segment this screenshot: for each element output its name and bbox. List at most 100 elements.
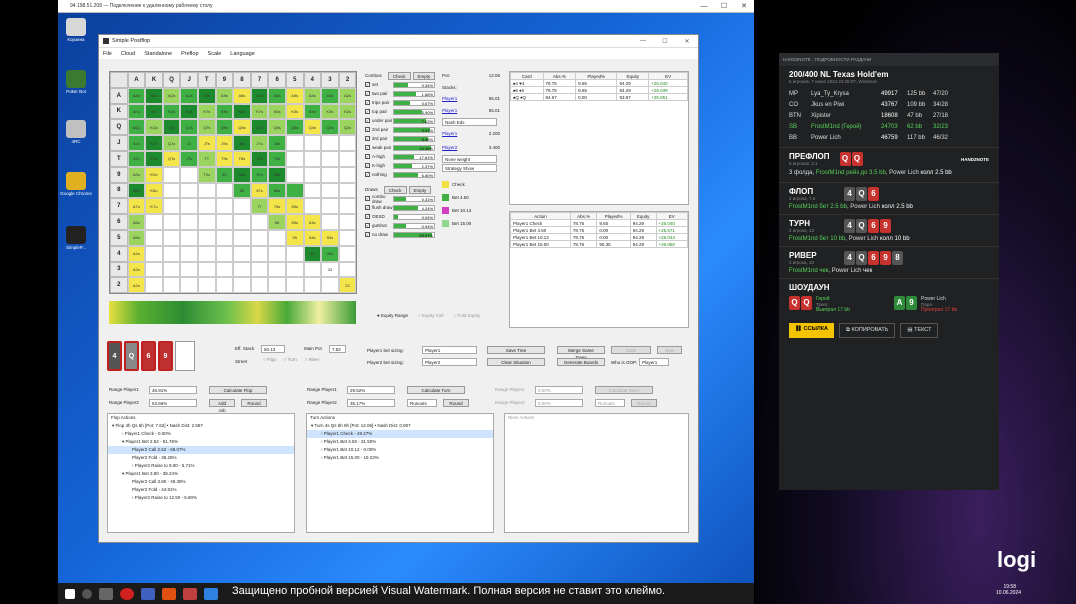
grid-cell[interactable] [250, 229, 269, 246]
grid-cell[interactable] [338, 261, 357, 278]
grid-cell[interactable] [250, 214, 269, 230]
grid-cell[interactable]: 54s [303, 229, 322, 246]
grid-cell[interactable]: Q4s [303, 119, 322, 136]
grid-cell[interactable]: 65s [285, 214, 304, 230]
rdp-close-button[interactable]: ✕ [734, 2, 754, 10]
grid-cell[interactable]: A6s [268, 87, 286, 104]
board-card[interactable]: 4 [107, 341, 122, 371]
table-header[interactable]: Equity [616, 72, 650, 80]
table-header[interactable]: Abs.% [542, 72, 577, 80]
combos-empty-button[interactable]: Empty [412, 71, 436, 80]
turn-round-button[interactable]: Round [443, 398, 469, 407]
grid-cell[interactable]: 43s [321, 245, 339, 262]
turn-actions-tree[interactable]: Turn Actions ▾ Turn 4s Qs 6h 9h [Pot: 12… [306, 413, 494, 533]
grid-cell[interactable]: KQo [145, 119, 163, 136]
grid-cell[interactable]: AQs [162, 87, 181, 104]
table-header[interactable]: Played% [596, 212, 631, 220]
grid-cell[interactable]: J7s [250, 135, 269, 151]
grid-cell[interactable] [250, 245, 269, 262]
filter-row[interactable]: ✓ 3rd pair 8.68% [365, 134, 435, 143]
grid-cell[interactable]: A5s [285, 87, 304, 104]
grid-cell[interactable] [145, 214, 163, 230]
grid-cell[interactable] [162, 229, 181, 246]
action-row[interactable]: Player1 Check 78.76 9.65 94.29 +26.040 [510, 219, 689, 227]
grid-cell[interactable]: A5o [127, 229, 146, 246]
grid-cell[interactable]: 65s [285, 198, 304, 215]
filter-checkbox[interactable]: ✓ [365, 172, 370, 177]
filter-checkbox[interactable]: ✓ [365, 82, 370, 87]
grid-cell[interactable] [233, 261, 251, 278]
grid-cell[interactable] [197, 229, 216, 246]
radio-turn[interactable]: ○ Turn [284, 357, 297, 362]
grid-cell[interactable]: T9s [215, 150, 234, 167]
filter-checkbox[interactable]: ✓ [365, 232, 370, 237]
grid-cell[interactable]: QJs [180, 119, 198, 136]
grid-cell[interactable]: A4o [127, 245, 146, 262]
grid-cell[interactable]: JTo [180, 150, 198, 167]
grid-cell[interactable]: 22 [338, 277, 357, 294]
grid-cell[interactable] [250, 277, 269, 294]
tree-node[interactable]: › Player1 Check - 0.00% [108, 430, 294, 438]
tree-node[interactable]: Player2 Fold - 36.28% [108, 454, 294, 462]
grid-cell[interactable] [338, 214, 357, 230]
draws-check-button[interactable]: Check [383, 185, 407, 194]
grid-cell[interactable]: 87s [250, 182, 269, 199]
filter-row[interactable]: ✓ combo draw 0.31% [365, 194, 435, 204]
filter-checkbox[interactable]: ✓ [365, 100, 370, 105]
grid-cell[interactable]: K6s [268, 103, 286, 120]
grid-cell[interactable]: QTo [162, 150, 181, 167]
close-button[interactable]: ✕ [676, 38, 698, 45]
desktop-icon[interactable]: SimpleP... [60, 226, 92, 250]
flop-range-p1-input[interactable]: 46.91% [149, 385, 197, 394]
menu-language[interactable]: Language [230, 51, 254, 57]
grid-cell[interactable]: JJ [180, 135, 198, 151]
start-icon[interactable] [65, 588, 75, 599]
text-button[interactable]: ▤ ТЕКСТ [900, 323, 939, 338]
grid-cell[interactable]: A7s [250, 87, 269, 104]
grid-cell[interactable]: Q9s [215, 119, 234, 136]
board-card-empty[interactable] [175, 341, 195, 371]
player1-link[interactable]: Player1 [442, 131, 489, 136]
grid-cell[interactable]: ATs [197, 87, 216, 104]
grid-cell[interactable]: 77 [250, 198, 269, 215]
board-card[interactable]: Q [124, 341, 139, 371]
grid-cell[interactable]: K5s [285, 103, 304, 120]
tree-node[interactable]: Player2 Call 2.52 - 58.07% [108, 446, 294, 454]
grid-cell[interactable] [215, 198, 234, 215]
grid-cell[interactable] [233, 245, 251, 262]
grid-cell[interactable]: KTo [145, 150, 163, 167]
desktop-icon[interactable]: Poker Bot [60, 70, 92, 94]
grid-cell[interactable] [215, 182, 234, 199]
grid-cell[interactable]: 64s [303, 214, 322, 230]
tree-node[interactable]: ▾ Player1 Bet 3.80 - 38.24% [108, 470, 294, 478]
filter-row[interactable]: ✓ two pair 1.68% [365, 89, 435, 98]
grid-cell[interactable] [338, 245, 357, 262]
save-tree-button[interactable]: Save Tree [487, 346, 545, 354]
filter-checkbox[interactable]: ✓ [365, 145, 370, 150]
grid-cell[interactable]: T9o [197, 166, 216, 183]
grid-cell[interactable] [215, 245, 234, 262]
action-row[interactable]: Player1 Bet 15.00 78.76 90.35 94.29 +26.050 [510, 240, 689, 248]
grid-cell[interactable] [180, 198, 198, 215]
card-row[interactable]: ♠6 ♦6 78.75 9.65 94.29 +26.039 [510, 86, 688, 94]
combos-check-button[interactable]: Check [387, 71, 411, 80]
grid-cell[interactable]: K2s [338, 103, 357, 120]
turn-range-p1-input[interactable]: 29.52% [347, 385, 395, 394]
grid-cell[interactable] [338, 166, 357, 183]
desktop-icon[interactable]: Google Chrome [60, 172, 92, 196]
grid-cell[interactable]: K8o [145, 182, 163, 199]
grid-cell[interactable]: K8s [233, 103, 251, 120]
river-range-p1-input[interactable]: 0.00% [535, 385, 583, 394]
grid-cell[interactable]: A6o [127, 214, 146, 230]
grid-cell[interactable] [197, 182, 216, 199]
filter-row[interactable]: ✓ OESD 0.04% [365, 212, 435, 221]
grid-cell[interactable]: Q2s [338, 119, 357, 136]
turn-runouts-select[interactable]: Runouts [407, 398, 437, 407]
grid-cell[interactable]: 66 [268, 214, 286, 230]
stack-player1b-link[interactable]: Player1 [442, 108, 489, 113]
grid-cell[interactable] [197, 261, 216, 278]
grid-cell[interactable]: T8s [233, 150, 251, 167]
filter-row[interactable]: ✓ top pair 3.90% [365, 107, 435, 116]
tree-node[interactable]: ▾ Flop 4h Qs 6h [Pot: 7.62] • Nash Dist:… [108, 422, 294, 430]
grid-cell[interactable] [285, 261, 304, 278]
